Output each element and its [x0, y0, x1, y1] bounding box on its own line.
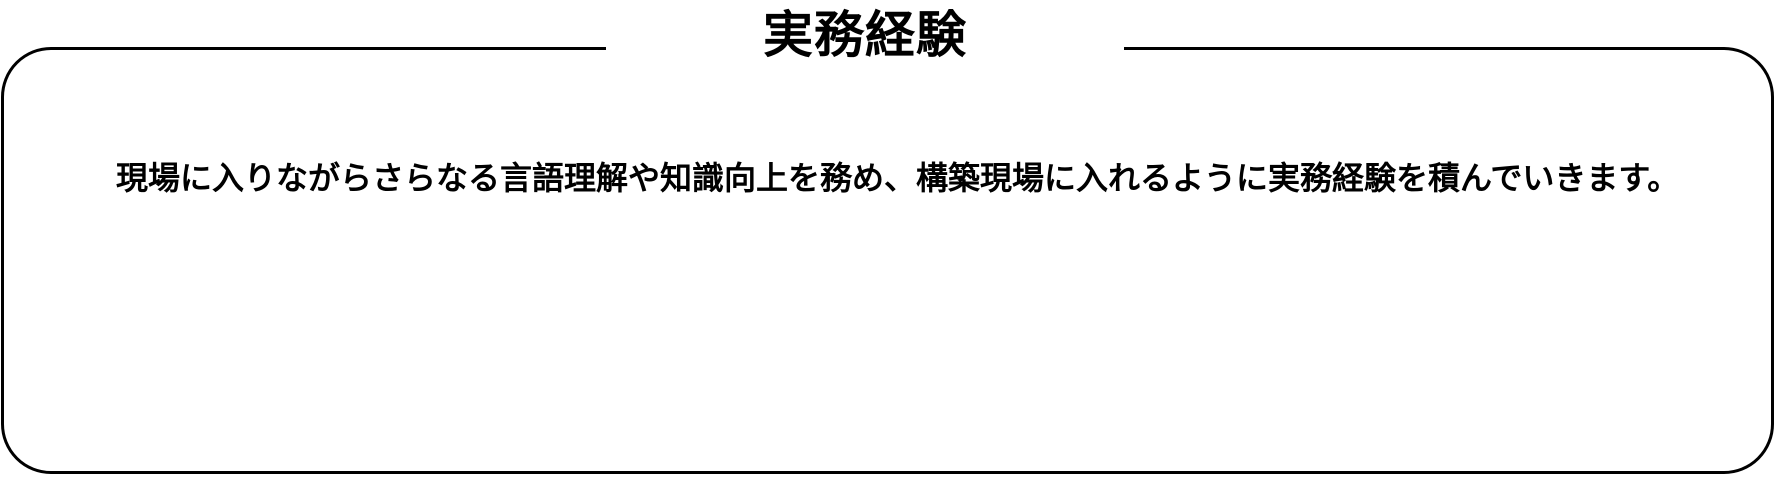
panel-title-container: 実務経験: [606, 0, 1124, 70]
panel-title: 実務経験: [763, 6, 967, 64]
experience-panel: [1, 47, 1774, 474]
panel-body-text: 現場に入りながらさらなる言語理解や知識向上を務め、構築現場に入れるように実務経験…: [116, 159, 1680, 197]
